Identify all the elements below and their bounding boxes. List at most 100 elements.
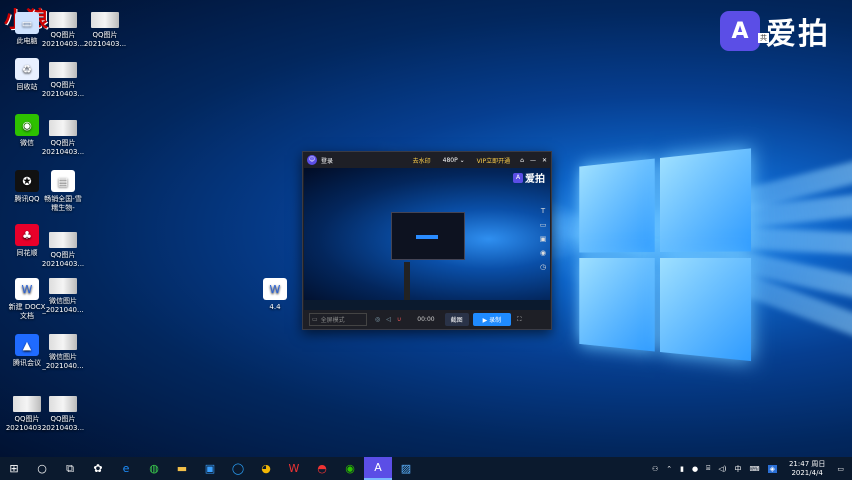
computer-icon: ▭ (15, 12, 39, 34)
preview-slider (404, 262, 410, 302)
desktop-icon[interactable]: QQ图片 20210403... (40, 12, 86, 49)
image-icon (49, 120, 77, 136)
image-icon (49, 12, 77, 28)
screenshot-button-label: 截图 (450, 317, 463, 324)
record-button[interactable]: ▶ 录制 (472, 313, 512, 326)
preview-nested-button (416, 235, 438, 239)
quality-dropdown[interactable]: 480P ⌄ (443, 157, 465, 164)
wps-icon[interactable]: W (280, 457, 308, 480)
desktop-icon-label: QQ图片 20210403... (41, 415, 85, 432)
image-icon (49, 396, 77, 412)
image-icon (49, 232, 77, 248)
photos-icon[interactable]: ▨ (392, 457, 420, 480)
source-select-value: 全屏模式 (320, 317, 345, 324)
speaker-icon[interactable]: ◁ (386, 316, 391, 323)
360-icon[interactable]: ◍ (140, 457, 168, 480)
fan-icon[interactable]: ✿ (84, 457, 112, 480)
recorder-titlebar[interactable]: ☺ 登录 去水印 480P ⌄ VIP立即开通 ⌂ — ✕ (303, 152, 551, 168)
image-icon (49, 334, 77, 350)
quality-value: 480P (442, 156, 458, 164)
desktop-icon[interactable]: ▤ 畅销全国-雪 糯生物- (40, 170, 86, 213)
desktop-icon[interactable]: QQ图片 20210403... (40, 396, 86, 433)
home-icon[interactable]: ⌂ (520, 157, 524, 164)
people-icon[interactable]: ⚇ (652, 465, 658, 473)
tencent-meeting-icon: ▲ (15, 334, 39, 356)
image-icon (49, 62, 77, 78)
logo-badge: 共 (758, 33, 769, 43)
browser-icon[interactable]: ◯ (224, 457, 252, 480)
recycle-bin-icon: ♻ (15, 58, 39, 80)
docx-icon: W (15, 278, 39, 300)
user-avatar-icon[interactable]: ☺ (307, 155, 317, 165)
lang-indicator[interactable]: 中 (734, 464, 741, 474)
taskbar: ⊞ ○ ⧉ ✿ e ◍ ▬ ▣ ◯ ◕ W ◓ ◉ A ▨ ⚇ ⌃ ▮ ● ⌸ ◁) 中 ⌨ ◈ 21:47… (0, 457, 852, 480)
input-method-icon[interactable]: ⌨ (749, 465, 759, 473)
close-icon[interactable]: ✕ (542, 157, 547, 164)
aipai-logo-text: 爱拍 (766, 17, 830, 52)
edge-icon[interactable]: e (112, 457, 140, 480)
store-icon[interactable]: ▣ (196, 457, 224, 480)
clock-time: 21:47 周日 (788, 459, 826, 468)
taskbar-apps: ⊞ ○ ⧉ ✿ e ◍ ▬ ▣ ◯ ◕ W ◓ ◉ A ▨ (0, 457, 420, 480)
record-button-label: 录制 (489, 317, 502, 324)
chrome-icon[interactable]: ◕ (252, 457, 280, 480)
search-icon[interactable]: ○ (28, 457, 56, 480)
network-icon[interactable]: ⌸ (706, 464, 710, 473)
document-icon: ▤ (51, 170, 75, 192)
preview-nested-window (391, 212, 465, 260)
desktop-icon-label: QQ图片 20210403... (41, 139, 85, 156)
remove-watermark-button[interactable]: 去水印 (413, 156, 431, 165)
minimize-icon[interactable]: — (530, 157, 536, 164)
source-select[interactable]: ▭ 全屏模式 (309, 313, 367, 326)
desktop-icon-label: QQ图片 20210403... (41, 31, 85, 48)
desktop-icon-label: 微信图片 _2021040... (42, 297, 84, 314)
desktop-icon[interactable]: W 4.4 (252, 278, 298, 312)
preview-brand: A 爱拍 (513, 170, 545, 185)
preview-brand-icon: A (513, 172, 523, 183)
fullscreen-icon[interactable]: ⛶ (517, 316, 521, 324)
desktop-icon-label: QQ图片 20210403... (41, 251, 85, 268)
login-link[interactable]: 登录 (321, 156, 333, 165)
desktop-icon-label: 4.4 (269, 303, 281, 311)
desktop-icon[interactable]: QQ图片 20210403... (40, 62, 86, 99)
desktop-icon[interactable]: QQ图片 20210403... (82, 12, 128, 49)
webcam-icon[interactable]: ◎ (375, 316, 380, 323)
desktop-icon-label: 畅销全国-雪 糯生物- (44, 195, 82, 212)
recorder-preview: A 爱拍 T ▭ ▣ ◉ ◷ (304, 168, 550, 310)
wechat-icon[interactable]: ◉ (336, 457, 364, 480)
clock-date: 2021/4/4 (791, 468, 823, 477)
desktop-icon[interactable]: QQ图片 20210403... (40, 232, 86, 269)
wechat-icon: ◉ (15, 114, 39, 136)
windows-logo (579, 148, 757, 369)
desktop-icon-label: QQ图片 20210403... (41, 81, 85, 98)
battery-icon[interactable]: ▮ (680, 465, 684, 473)
mic-icon[interactable]: ● (692, 465, 698, 473)
tonghuashun-icon: ♣ (15, 224, 39, 246)
vip-button[interactable]: VIP立即开通 (477, 156, 511, 165)
aipai-icon[interactable]: A (364, 457, 392, 480)
image-icon (49, 278, 77, 294)
notification-icon[interactable]: ▭ (837, 465, 844, 473)
desktop-icon[interactable]: QQ图片 20210403... (40, 120, 86, 157)
file-explorer-icon[interactable]: ▬ (168, 457, 196, 480)
ball-icon[interactable]: ◓ (308, 457, 336, 480)
desktop-icon[interactable]: 微信图片 _2021040... (40, 334, 86, 371)
docx-icon: W (263, 278, 287, 300)
clock[interactable]: 21:47 周日 2021/4/4 (789, 460, 825, 478)
image-icon (13, 396, 41, 412)
screenshot-button[interactable]: 截图 (444, 313, 469, 326)
chevron-up-icon[interactable]: ⌃ (666, 465, 672, 473)
volume-icon[interactable]: ◁) (718, 465, 726, 473)
preview-side-toolbar: T ▭ ▣ ◉ ◷ (539, 207, 547, 271)
preview-taskbar (304, 300, 550, 310)
microphone-icon[interactable]: ∪ (397, 316, 401, 323)
desktop-icon-label: QQ图片 20210403... (83, 31, 127, 48)
desktop-icon[interactable]: 微信图片 _2021040... (40, 278, 86, 315)
preview-brand-text: 爱拍 (525, 174, 545, 185)
desktop-icon-label: 微信图片 _2021040... (42, 353, 84, 370)
security-icon[interactable]: ◈ (767, 464, 777, 473)
task-view-icon[interactable]: ⧉ (56, 457, 84, 480)
system-tray: ⚇ ⌃ ▮ ● ⌸ ◁) 中 ⌨ ◈ 21:47 周日 2021/4/4 ▭ (648, 457, 848, 480)
recorder-window[interactable]: ☺ 登录 去水印 480P ⌄ VIP立即开通 ⌂ — ✕ A 爱拍 T ▭ ▣ ◉ ◷… (302, 151, 552, 330)
start-icon[interactable]: ⊞ (0, 457, 28, 480)
